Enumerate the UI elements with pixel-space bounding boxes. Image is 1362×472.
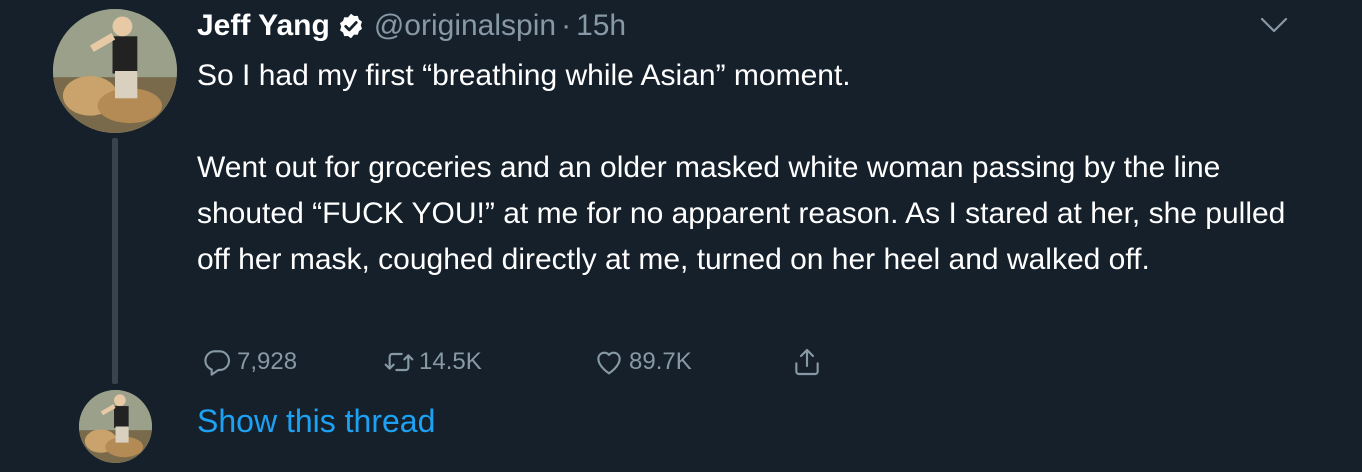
tweet-actions: 7,928 14.5K 89.7K	[197, 342, 837, 382]
like-count: 89.7K	[629, 348, 692, 375]
avatar-image	[79, 390, 152, 463]
author-avatar[interactable]	[53, 9, 177, 133]
retweet-count: 14.5K	[419, 348, 482, 375]
author-handle[interactable]: @originalspin	[374, 9, 556, 43]
share-button[interactable]	[791, 342, 827, 382]
retweet-button[interactable]: 14.5K	[383, 342, 482, 382]
tweet-header: Jeff Yang @originalspin · 15h	[197, 4, 626, 48]
author-name[interactable]: Jeff Yang	[197, 9, 330, 43]
avatar-image	[53, 9, 177, 133]
tweet-timestamp[interactable]: 15h	[576, 9, 626, 43]
retweet-icon	[384, 352, 414, 372]
reply-button[interactable]: 7,928	[201, 342, 297, 382]
tweet-paragraph: Went out for groceries and an older mask…	[197, 151, 1286, 276]
tweet-paragraph: So I had my first “breathing while Asian…	[197, 59, 851, 92]
thread-avatar[interactable]	[79, 390, 152, 463]
thread-connector-line	[112, 138, 118, 384]
reply-icon	[204, 350, 231, 376]
chevron-down-icon[interactable]	[1259, 14, 1289, 36]
heart-icon	[597, 351, 621, 375]
tweet-text: So I had my first “breathing while Asian…	[197, 53, 1307, 283]
show-thread-link[interactable]: Show this thread	[197, 403, 435, 440]
like-button[interactable]: 89.7K	[593, 342, 692, 382]
share-icon	[795, 348, 819, 376]
verified-badge-icon	[339, 13, 362, 39]
reply-count: 7,928	[237, 348, 298, 375]
header-separator: ·	[561, 9, 572, 42]
